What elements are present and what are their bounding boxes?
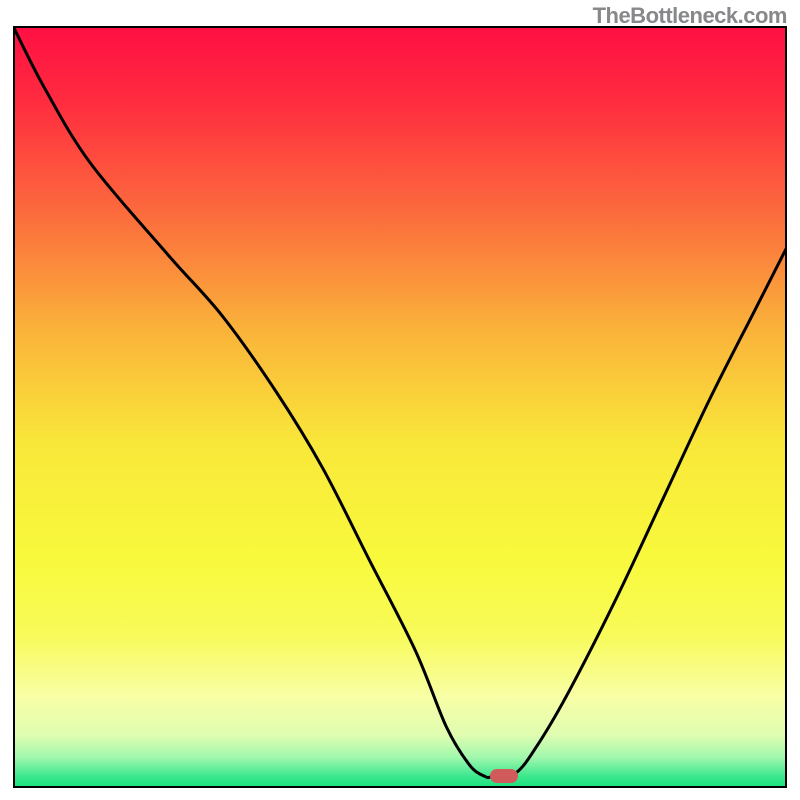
chart-background-gradient: [13, 26, 787, 788]
optimal-point-marker: [490, 769, 518, 783]
chart-frame: [13, 26, 787, 788]
